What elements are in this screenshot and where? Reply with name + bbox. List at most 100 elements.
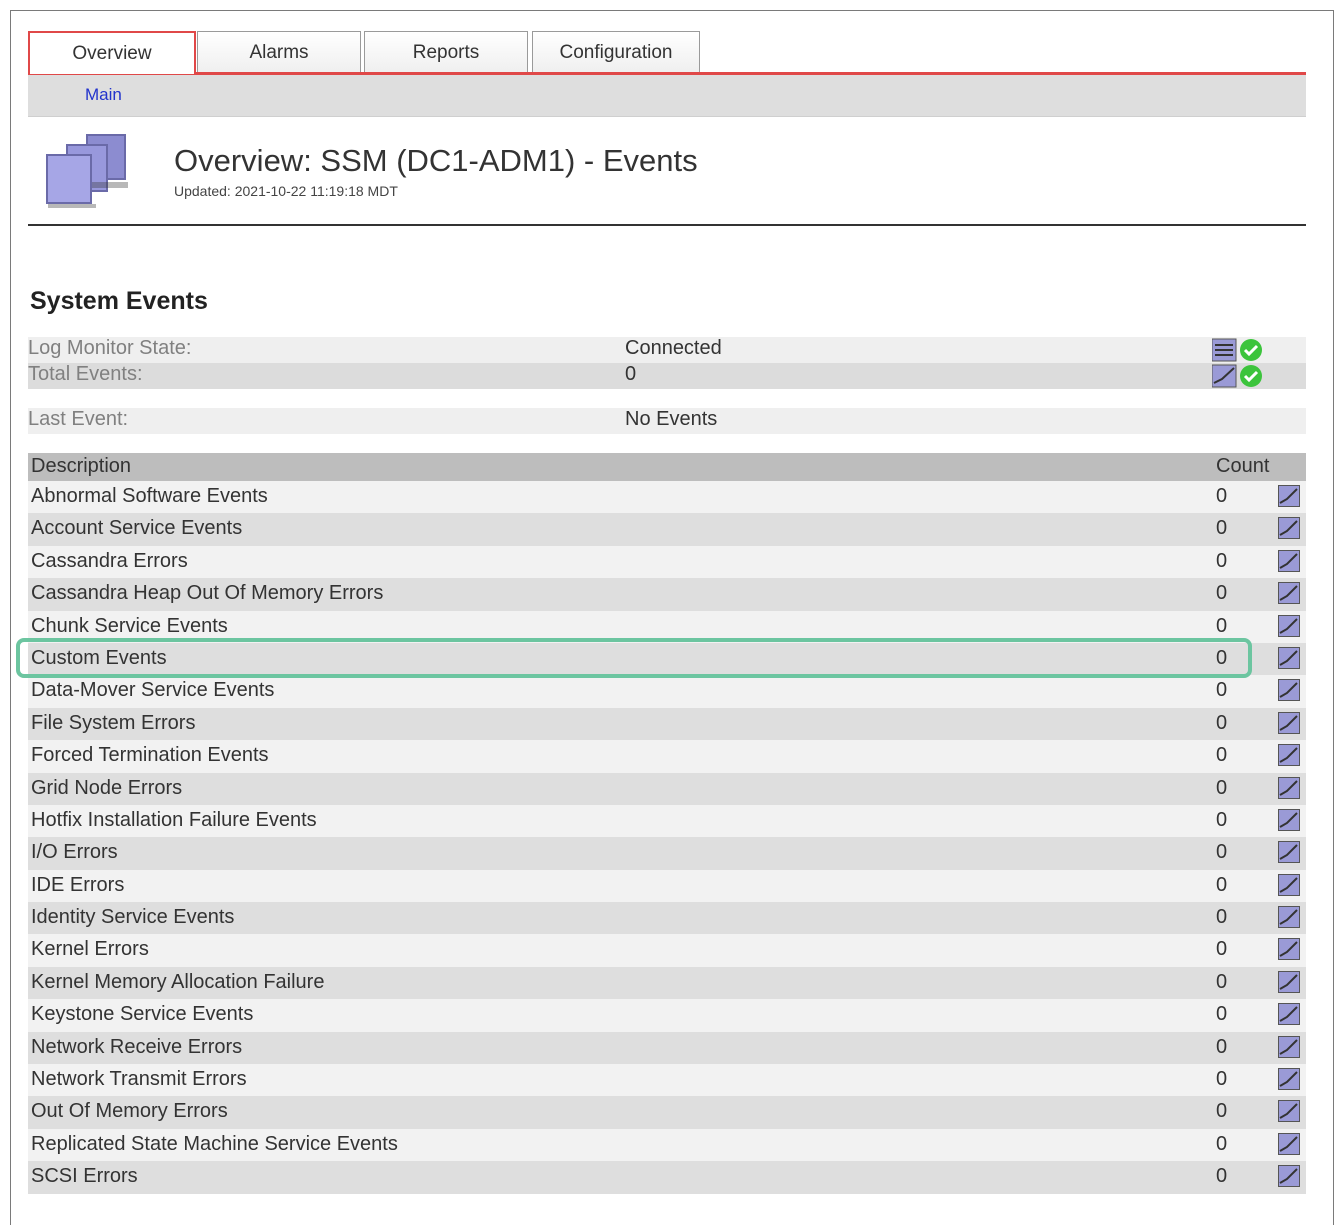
log-monitor-state-label: Log Monitor State: [28, 337, 192, 359]
table-row: Account Service Events 0 [28, 513, 1306, 546]
last-event-value: No Events [625, 408, 718, 430]
last-event-label: Last Event: [28, 408, 129, 430]
table-row: Replicated State Machine Service Events 0 [28, 1128, 1306, 1162]
chart-icon[interactable] [1278, 970, 1300, 993]
chart-icon[interactable] [1278, 711, 1300, 734]
table-row: Cassandra Errors 0 [28, 545, 1306, 579]
table-row: Out Of Memory Errors 0 [28, 1096, 1306, 1129]
tab-label: Alarms [249, 41, 309, 63]
tab-bar: Overview Alarms Reports Configuration [28, 31, 1306, 75]
total-events-value: 0 [625, 363, 637, 385]
chart-icon[interactable] [1211, 363, 1270, 389]
tab-label: Configuration [559, 41, 673, 63]
table-row: IDE Errors 0 [28, 869, 1306, 903]
chart-icon[interactable] [1278, 1100, 1300, 1123]
chart-icon[interactable] [1278, 1132, 1300, 1155]
table-icon[interactable] [1211, 337, 1270, 363]
events-table-header: Description Count [28, 453, 1306, 481]
event-count: 0 [1216, 1100, 1228, 1123]
chart-icon[interactable] [1278, 938, 1300, 961]
table-row: Cassandra Heap Out Of Memory Errors 0 [28, 578, 1306, 611]
table-row: File System Errors 0 [28, 707, 1306, 741]
tab-configuration[interactable]: Configuration [532, 31, 700, 73]
table-row: Network Transmit Errors 0 [28, 1064, 1306, 1097]
event-description: Out Of Memory Errors [31, 1100, 228, 1123]
event-count: 0 [1216, 646, 1228, 669]
table-row: I/O Errors 0 [28, 837, 1306, 870]
chart-icon[interactable] [1278, 549, 1300, 572]
table-row: Network Receive Errors 0 [28, 1031, 1306, 1065]
event-description: SCSI Errors [31, 1165, 138, 1188]
chart-icon[interactable] [1278, 1165, 1300, 1188]
table-row: Keystone Service Events 0 [28, 999, 1306, 1032]
event-count: 0 [1216, 938, 1228, 961]
subnav-main-link[interactable]: Main [85, 85, 122, 105]
header-divider [28, 224, 1306, 226]
event-count: 0 [1216, 841, 1228, 864]
event-count: 0 [1216, 970, 1228, 993]
table-row: SCSI Errors 0 [28, 1161, 1306, 1194]
chart-icon[interactable] [1278, 679, 1300, 702]
chart-icon[interactable] [1278, 1035, 1300, 1058]
chart-icon[interactable] [1278, 582, 1300, 605]
event-description: File System Errors [31, 711, 196, 734]
event-description: I/O Errors [31, 841, 118, 864]
table-row: Kernel Errors 0 [28, 934, 1306, 967]
event-count: 0 [1216, 1068, 1228, 1091]
event-count: 0 [1216, 873, 1228, 896]
tab-reports[interactable]: Reports [364, 31, 528, 73]
event-count: 0 [1216, 906, 1228, 929]
chart-icon[interactable] [1278, 906, 1300, 929]
chart-icon[interactable] [1278, 841, 1300, 864]
event-description: Kernel Errors [31, 938, 149, 961]
chart-icon[interactable] [1278, 873, 1300, 896]
tab-alarms[interactable]: Alarms [197, 31, 361, 73]
chart-icon[interactable] [1278, 485, 1300, 507]
event-count: 0 [1216, 679, 1228, 702]
event-count: 0 [1216, 1165, 1228, 1188]
status-icons [1211, 363, 1270, 389]
table-row: Custom Events 0 [28, 642, 1306, 676]
chart-icon[interactable] [1278, 776, 1300, 799]
chart-icon[interactable] [1278, 646, 1300, 669]
table-row: Kernel Memory Allocation Failure 0 [28, 966, 1306, 1000]
sub-navigation: Main [28, 74, 1306, 117]
chart-icon[interactable] [1278, 744, 1300, 767]
event-count: 0 [1216, 1132, 1228, 1155]
table-row: Chunk Service Events 0 [28, 610, 1306, 643]
event-description: Chunk Service Events [31, 614, 228, 637]
event-description: Account Service Events [31, 517, 243, 540]
chart-icon[interactable] [1278, 808, 1300, 831]
tab-label: Reports [412, 41, 480, 63]
event-description: IDE Errors [31, 873, 125, 896]
log-monitor-state-row: Log Monitor State: Connected [28, 337, 1306, 363]
event-description: Cassandra Errors [31, 549, 188, 572]
updated-timestamp: Updated: 2021-10-22 11:19:18 MDT [174, 183, 398, 199]
event-description: Kernel Memory Allocation Failure [31, 970, 325, 993]
table-row: Identity Service Events 0 [28, 902, 1306, 935]
table-row: Data-Mover Service Events 0 [28, 675, 1306, 708]
chart-icon[interactable] [1278, 1068, 1300, 1091]
status-icons [1211, 337, 1270, 363]
table-row: Hotfix Installation Failure Events 0 [28, 804, 1306, 838]
event-count: 0 [1216, 549, 1228, 572]
event-count: 0 [1216, 711, 1228, 734]
event-description: Keystone Service Events [31, 1003, 254, 1026]
event-count: 0 [1216, 614, 1228, 637]
total-events-row: Total Events: 0 [28, 363, 1306, 389]
event-description: Replicated State Machine Service Events [31, 1132, 398, 1155]
tab-overview[interactable]: Overview [28, 31, 196, 74]
event-description: Cassandra Heap Out Of Memory Errors [31, 582, 384, 605]
event-description: Abnormal Software Events [31, 485, 268, 507]
event-count: 0 [1216, 1035, 1228, 1058]
event-count: 0 [1216, 517, 1228, 540]
event-count: 0 [1216, 744, 1228, 767]
event-description: Forced Termination Events [31, 744, 269, 767]
event-count: 0 [1216, 776, 1228, 799]
table-row: Abnormal Software Events 0 [28, 481, 1306, 514]
chart-icon[interactable] [1278, 517, 1300, 540]
last-event-row: Last Event: No Events [28, 408, 1306, 434]
chart-icon[interactable] [1278, 1003, 1300, 1026]
column-header-count: Count [1216, 455, 1270, 477]
chart-icon[interactable] [1278, 614, 1300, 637]
